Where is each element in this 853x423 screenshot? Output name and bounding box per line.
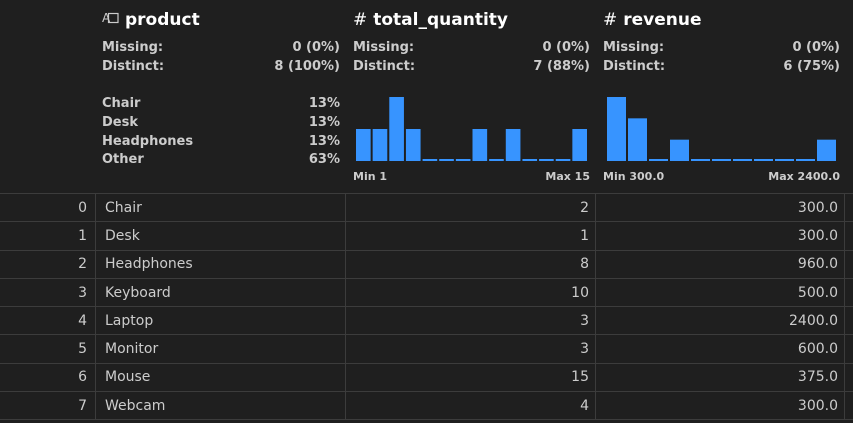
- cell-product[interactable]: Mouse: [95, 363, 345, 392]
- histogram-max-label: Max 15: [545, 170, 590, 183]
- cell-total-quantity[interactable]: 15: [345, 363, 595, 392]
- data-grid: 0 Chair 2 300.0 1 Desk 1 300.0 2 Headphones 8 960.0…: [0, 193, 853, 421]
- histogram-bar[interactable]: [691, 159, 710, 161]
- frequency-value: 13%: [308, 134, 340, 149]
- frequency-value: 13%: [308, 96, 340, 111]
- missing-value: 0 (0%): [542, 40, 590, 55]
- column-name-product: product: [125, 10, 200, 30]
- column-name-revenue: revenue: [623, 10, 702, 30]
- cell-revenue[interactable]: 600.0: [595, 335, 845, 363]
- histogram-bar[interactable]: [555, 159, 571, 161]
- histogram-bar[interactable]: [712, 159, 731, 161]
- cell-total-quantity[interactable]: 4: [345, 392, 595, 420]
- frequency-label: Other: [102, 152, 144, 167]
- histogram-bar[interactable]: [405, 129, 421, 161]
- missing-label: Missing:: [353, 40, 415, 55]
- row-index[interactable]: 0: [0, 194, 95, 221]
- distinct-value: 6 (75%): [783, 59, 840, 74]
- cell-revenue[interactable]: 500.0: [595, 278, 845, 307]
- cell-product[interactable]: Desk: [95, 222, 345, 250]
- histogram-max-label: Max 2400.0: [768, 170, 840, 183]
- missing-value: 0 (0%): [792, 40, 840, 55]
- cell-total-quantity[interactable]: 8: [345, 250, 595, 278]
- row-index[interactable]: 4: [0, 307, 95, 334]
- cell-revenue[interactable]: 960.0: [595, 250, 845, 278]
- cell-revenue[interactable]: 2400.0: [595, 307, 845, 335]
- distinct-value: 8 (100%): [274, 59, 340, 74]
- missing-value: 0 (0%): [292, 40, 340, 55]
- histogram-bar[interactable]: [817, 139, 836, 161]
- cell-revenue[interactable]: 300.0: [595, 222, 845, 250]
- histogram-bar[interactable]: [607, 97, 626, 161]
- row-index[interactable]: 6: [0, 364, 95, 391]
- row-index[interactable]: 3: [0, 279, 95, 306]
- histogram-bar[interactable]: [439, 159, 454, 161]
- row-index[interactable]: 5: [0, 335, 95, 362]
- frequency-value: 63%: [308, 152, 340, 167]
- cell-total-quantity[interactable]: 1: [345, 222, 595, 250]
- histogram-bar[interactable]: [489, 159, 504, 161]
- histogram-bar[interactable]: [422, 159, 438, 161]
- missing-label: Missing:: [102, 40, 164, 55]
- histogram-min-label: Min 300.0: [603, 170, 665, 183]
- cell-product[interactable]: Chair: [95, 194, 345, 222]
- table-row[interactable]: 7 Webcam 4 300.0: [0, 391, 853, 421]
- histogram-bar[interactable]: [356, 129, 371, 161]
- distinct-label: Distinct:: [603, 59, 666, 74]
- histogram-min-label: Min 1: [353, 170, 388, 183]
- histogram-bar[interactable]: [455, 159, 471, 161]
- text-type-icon: A: [102, 10, 119, 30]
- histogram-bar[interactable]: [389, 97, 404, 161]
- histogram-bar[interactable]: [522, 159, 538, 161]
- frequency-value: 13%: [308, 115, 340, 130]
- table-row[interactable]: 3 Keyboard 10 500.0: [0, 277, 853, 307]
- histogram-total-quantity: [356, 97, 587, 161]
- table-row[interactable]: 0 Chair 2 300.0: [0, 193, 853, 222]
- histogram-bar[interactable]: [372, 129, 388, 161]
- cell-total-quantity[interactable]: 3: [345, 335, 595, 363]
- cell-product[interactable]: Laptop: [95, 307, 345, 335]
- missing-label: Missing:: [603, 40, 665, 55]
- cell-revenue[interactable]: 300.0: [595, 194, 845, 222]
- cell-total-quantity[interactable]: 3: [345, 307, 595, 335]
- histogram-bar[interactable]: [754, 159, 773, 161]
- histogram-bar[interactable]: [472, 129, 488, 161]
- cell-product[interactable]: Headphones: [95, 250, 345, 278]
- hash-icon: #: [353, 10, 368, 30]
- row-index[interactable]: 2: [0, 251, 95, 278]
- cell-product[interactable]: Webcam: [95, 392, 345, 420]
- table-row[interactable]: 2 Headphones 8 960.0: [0, 249, 853, 278]
- histogram-bar[interactable]: [796, 159, 815, 161]
- histogram-bar[interactable]: [505, 129, 521, 161]
- cell-total-quantity[interactable]: 2: [345, 194, 595, 222]
- hash-icon: #: [603, 10, 618, 30]
- histogram-bar[interactable]: [733, 159, 752, 161]
- histogram-bar[interactable]: [775, 159, 794, 161]
- histogram-bar[interactable]: [670, 139, 689, 161]
- table-row[interactable]: 1 Desk 1 300.0: [0, 221, 853, 250]
- cell-revenue[interactable]: 375.0: [595, 363, 845, 392]
- histogram-bar[interactable]: [539, 159, 554, 161]
- distinct-label: Distinct:: [102, 59, 165, 74]
- frequency-label: Chair: [102, 96, 141, 111]
- column-name-total-quantity: total_quantity: [373, 10, 508, 30]
- histogram-bar[interactable]: [649, 159, 668, 161]
- row-index[interactable]: 7: [0, 392, 95, 419]
- table-row[interactable]: 4 Laptop 3 2400.0: [0, 306, 853, 335]
- table-row[interactable]: 5 Monitor 3 600.0: [0, 334, 853, 363]
- row-index[interactable]: 1: [0, 222, 95, 249]
- distinct-label: Distinct:: [353, 59, 416, 74]
- frequency-label: Desk: [102, 115, 138, 130]
- frequency-label: Headphones: [102, 134, 194, 149]
- histogram-bar[interactable]: [572, 129, 587, 161]
- cell-product[interactable]: Monitor: [95, 335, 345, 363]
- cell-revenue[interactable]: 300.0: [595, 392, 845, 420]
- cell-total-quantity[interactable]: 10: [345, 278, 595, 307]
- distinct-value: 7 (88%): [533, 59, 590, 74]
- histogram-bar[interactable]: [628, 118, 647, 161]
- cell-product[interactable]: Keyboard: [95, 278, 345, 307]
- histogram-revenue: [607, 97, 836, 161]
- table-row[interactable]: 6 Mouse 15 375.0: [0, 362, 853, 392]
